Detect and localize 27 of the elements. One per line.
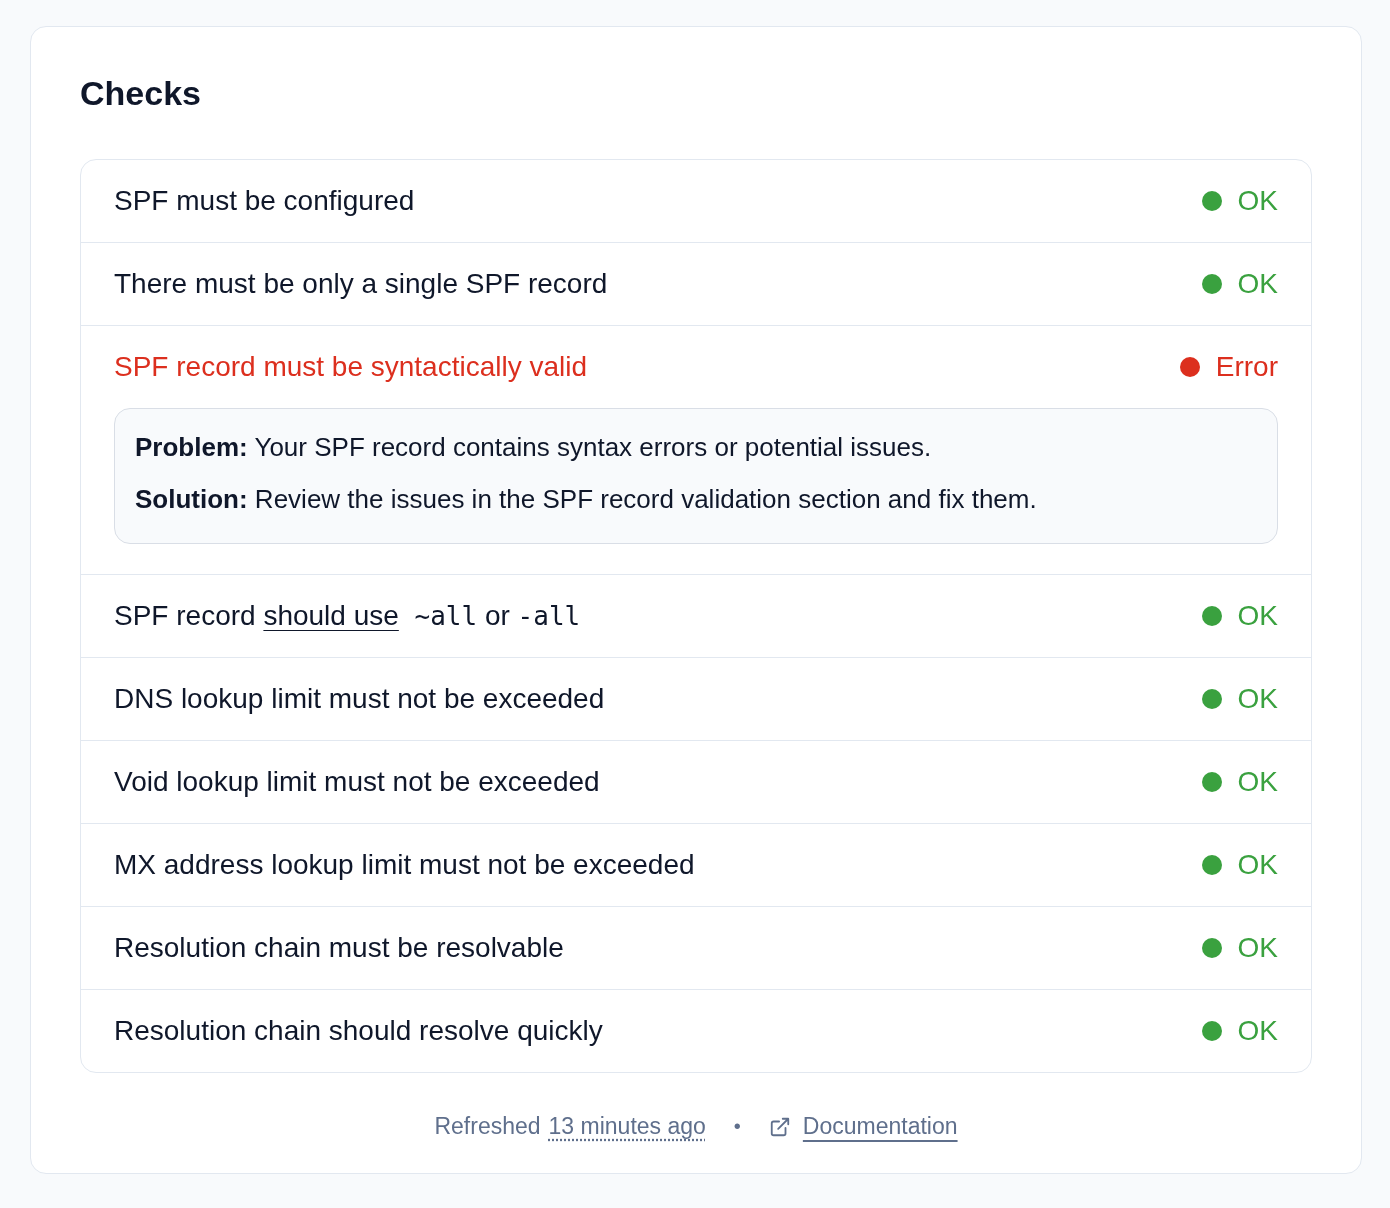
check-label: SPF must be configured <box>114 185 416 217</box>
separator-dot: • <box>733 1115 741 1138</box>
refreshed-time: 13 minutes ago <box>548 1113 706 1140</box>
check-label: Resolution chain should resolve quickly <box>114 1015 604 1047</box>
status-label: OK <box>1237 932 1278 964</box>
check-label: SPF record must be syntactically valid <box>114 351 589 383</box>
status-label: OK <box>1237 1015 1278 1047</box>
detail-text: Solution: Review the issues in the SPF record validation section and fix them. <box>135 483 1038 516</box>
check-label: Resolution chain must be resolvable <box>114 932 565 964</box>
check-label: DNS lookup limit must not be exceeded <box>114 683 606 715</box>
check-label: MX address lookup limit must not be exceeded <box>114 849 696 881</box>
refreshed-label: Refreshed <box>434 1113 541 1140</box>
detail-text: Problem: Your SPF record contains syntax errors or potential issues. <box>135 431 933 464</box>
status-label: OK <box>1237 268 1278 300</box>
status-label: OK <box>1237 766 1278 798</box>
status-label: OK <box>1237 600 1278 632</box>
documentation-link[interactable]: Documentation <box>802 1113 958 1140</box>
status-label: OK <box>1237 683 1278 715</box>
status-label: OK <box>1237 185 1278 217</box>
check-label: SPF record should use ~all or -all <box>114 600 582 632</box>
status-label: Error <box>1215 351 1278 383</box>
status-label: OK <box>1237 849 1278 881</box>
check-label: Void lookup limit must not be exceeded <box>114 766 601 798</box>
external-link-icon <box>768 1115 791 1138</box>
check-label: There must be only a single SPF record <box>114 268 609 300</box>
text-link[interactable]: should use <box>263 600 399 631</box>
card-title: Checks <box>80 73 202 114</box>
